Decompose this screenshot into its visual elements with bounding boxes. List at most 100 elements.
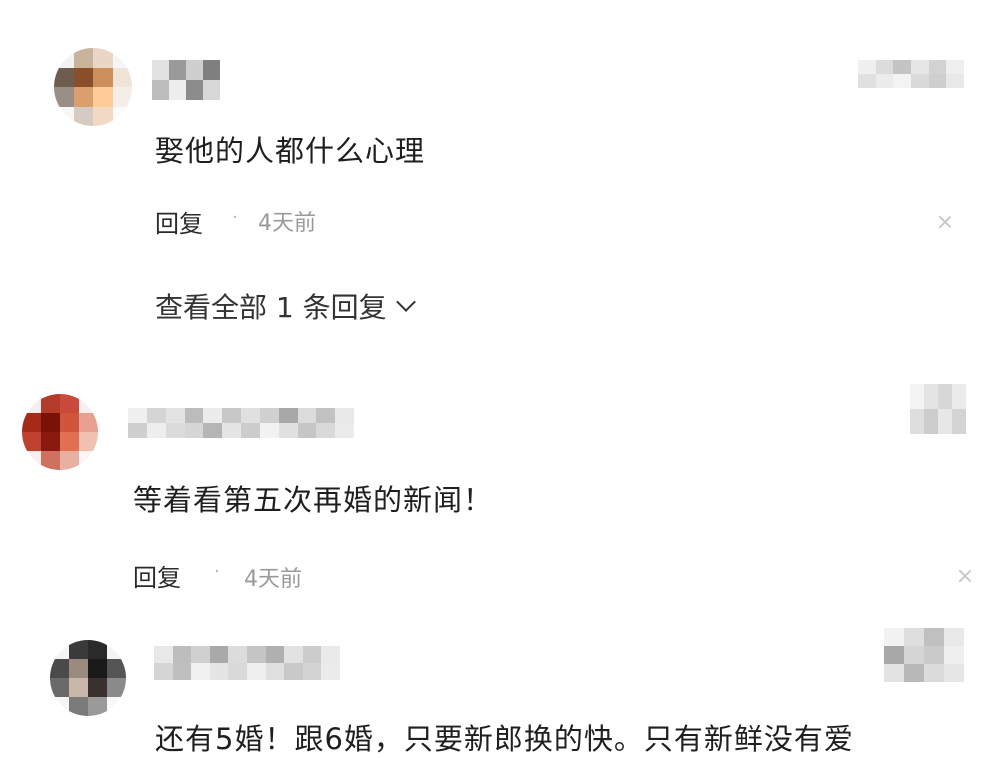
mosaic-cell — [93, 67, 113, 87]
mosaic-cell — [60, 413, 79, 432]
mosaic-cell — [952, 384, 966, 409]
mosaic-cell — [910, 74, 929, 88]
mosaic-cell — [172, 646, 192, 663]
mosaic-cell — [222, 408, 241, 423]
mosaic-cell — [165, 408, 185, 423]
mosaic-cell — [203, 408, 223, 423]
mosaic-cell — [69, 697, 88, 716]
view-all-replies-button[interactable]: 查看全部 1 条回复 — [155, 286, 416, 326]
mosaic-cell — [910, 60, 929, 74]
mosaic-cell — [69, 640, 88, 659]
mosaic-cell — [93, 48, 113, 68]
mosaic-cell — [297, 408, 317, 423]
mosaic-cell — [184, 423, 204, 438]
avatar[interactable] — [22, 394, 98, 470]
mosaic-cell — [73, 48, 93, 68]
mosaic-cell — [22, 451, 41, 470]
chevron-down-icon — [395, 292, 416, 312]
mosaic-cell — [60, 394, 79, 413]
mosaic-cell — [107, 659, 126, 678]
mosaic-cell — [169, 60, 186, 80]
mosaic-cell — [893, 60, 911, 74]
mosaic-cell — [904, 664, 924, 682]
mosaic-cell — [186, 60, 203, 80]
mosaic-cell — [203, 60, 220, 80]
mosaic-cell — [146, 408, 166, 423]
comment-time: 4天前 — [258, 211, 316, 236]
mosaic-cell — [302, 646, 322, 663]
mosaic-cell — [316, 408, 336, 423]
mosaic-cell — [41, 432, 60, 451]
mosaic-cell — [228, 646, 247, 663]
mosaic-cell — [69, 678, 88, 697]
mosaic-cell — [278, 423, 298, 438]
mosaic-cell — [73, 67, 93, 87]
mosaic-cell — [946, 74, 964, 88]
username-blurred[interactable] — [152, 60, 220, 100]
mosaic-cell — [112, 48, 132, 68]
mosaic-cell — [93, 87, 113, 107]
mosaic-cell — [302, 663, 322, 680]
mosaic-cell — [884, 646, 904, 664]
reply-button[interactable]: 回复 — [133, 558, 181, 593]
mosaic-cell — [284, 663, 303, 680]
mosaic-cell — [69, 659, 88, 678]
mosaic-cell — [259, 408, 279, 423]
separator-dot: · — [214, 561, 220, 582]
mosaic-cell — [54, 48, 74, 68]
mosaic-cell — [893, 74, 911, 88]
mosaic-cell — [60, 432, 79, 451]
mosaic-cell — [278, 408, 298, 423]
mosaic-cell — [884, 628, 904, 646]
username-blurred[interactable] — [154, 646, 340, 680]
mosaic-cell — [858, 60, 876, 74]
mosaic-cell — [316, 423, 336, 438]
mosaic-cell — [50, 678, 69, 697]
mosaic-cell — [88, 678, 107, 697]
separator-dot: · — [232, 207, 238, 228]
user-badge-blurred — [910, 384, 966, 434]
mosaic-cell — [946, 60, 964, 74]
mosaic-cell — [154, 663, 173, 680]
mosaic-cell — [79, 413, 98, 432]
mosaic-cell — [50, 659, 69, 678]
username-blurred[interactable] — [128, 408, 354, 438]
avatar[interactable] — [50, 640, 126, 716]
mosaic-cell — [88, 697, 107, 716]
mosaic-cell — [107, 697, 126, 716]
mosaic-cell — [944, 628, 964, 646]
mosaic-cell — [22, 394, 41, 413]
mosaic-cell — [928, 60, 947, 74]
mosaic-cell — [169, 80, 186, 100]
mosaic-cell — [172, 663, 192, 680]
mosaic-cell — [321, 663, 340, 680]
mosaic-cell — [54, 87, 74, 107]
view-all-replies-label: 查看全部 1 条回复 — [155, 291, 387, 324]
mosaic-cell — [73, 87, 93, 107]
reply-button[interactable]: 回复 — [155, 204, 203, 239]
mosaic-cell — [107, 678, 126, 697]
comment-time: 4天前 — [244, 567, 302, 592]
mosaic-cell — [50, 697, 69, 716]
avatar[interactable] — [54, 48, 132, 126]
mosaic-cell — [107, 640, 126, 659]
mosaic-cell — [41, 413, 60, 432]
mosaic-cell — [904, 646, 924, 664]
mosaic-cell — [924, 628, 944, 646]
mosaic-cell — [265, 663, 285, 680]
mosaic-cell — [247, 663, 266, 680]
mosaic-cell — [73, 106, 93, 126]
mosaic-cell — [112, 87, 132, 107]
mosaic-cell — [203, 80, 220, 100]
mosaic-cell — [875, 60, 894, 74]
mosaic-cell — [924, 646, 944, 664]
close-icon[interactable] — [957, 568, 973, 584]
mosaic-cell — [191, 663, 210, 680]
mosaic-cell — [321, 646, 340, 663]
close-icon[interactable] — [937, 214, 953, 230]
mosaic-cell — [60, 451, 79, 470]
mosaic-cell — [209, 646, 229, 663]
mosaic-cell — [924, 384, 938, 409]
mosaic-cell — [297, 423, 317, 438]
user-badge-blurred — [884, 628, 964, 682]
